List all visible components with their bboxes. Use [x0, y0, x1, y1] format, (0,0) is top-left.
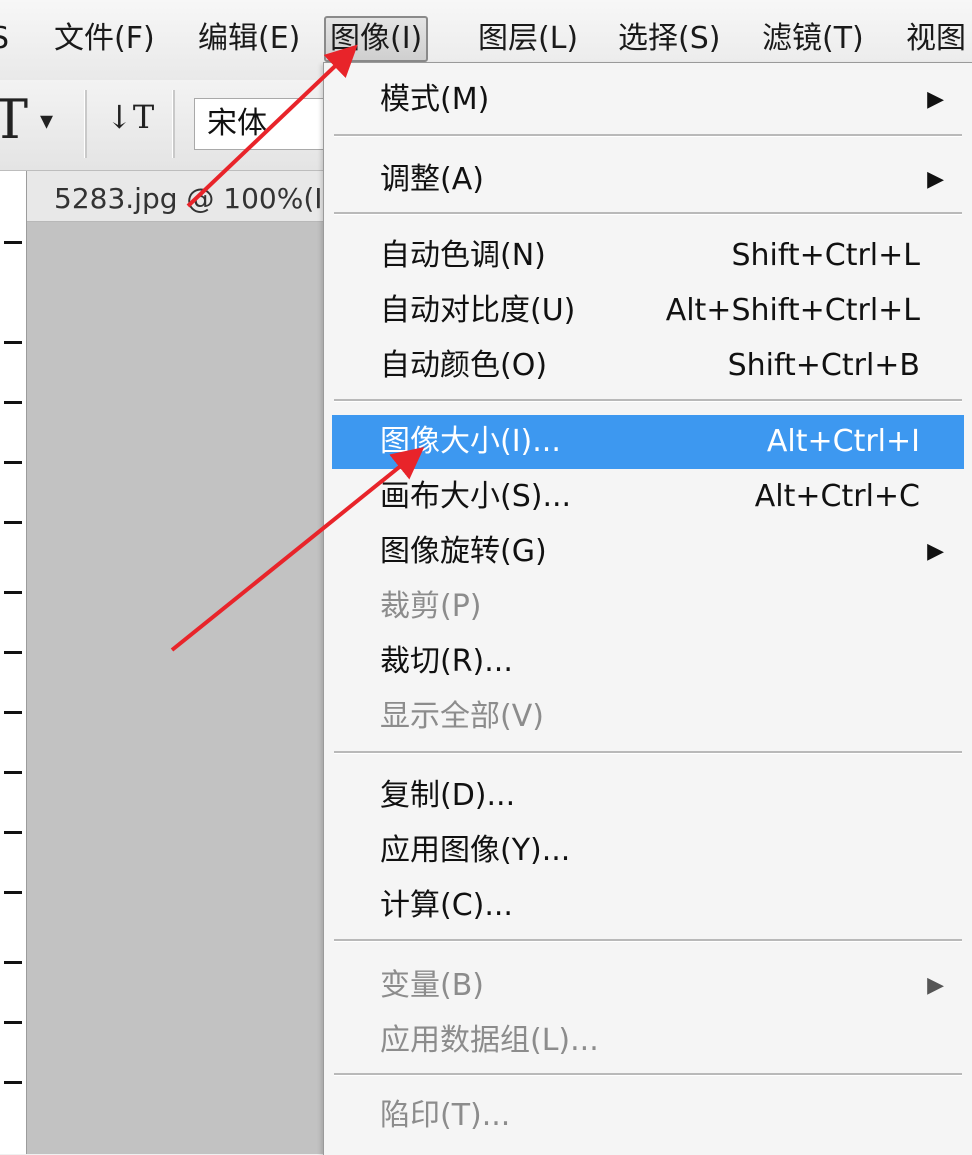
ruler-tick: [4, 1081, 22, 1084]
shortcut-label: Alt+Ctrl+C: [754, 479, 920, 514]
menu-separator: [334, 939, 962, 942]
tool-preset-dropdown-icon[interactable]: ▾: [40, 106, 53, 136]
menu-item-image-rotation[interactable]: 图像旋转(G) ▶: [332, 525, 964, 579]
ruler-tick: [4, 401, 22, 404]
menu-item-reveal-all: 显示全部(V): [380, 699, 544, 734]
menu-file[interactable]: 文件(F): [50, 16, 159, 62]
text-orientation-icon[interactable]: ↓T: [106, 98, 154, 136]
ruler-tick: [4, 591, 22, 594]
ruler-tick: [4, 961, 22, 964]
ruler-tick: [4, 651, 22, 654]
menu-item-crop: 裁剪(P): [380, 589, 482, 624]
ruler-tick: [4, 891, 22, 894]
shortcut-label: Shift+Ctrl+L: [731, 238, 920, 273]
menu-item-trap: 陷印(T)...: [380, 1098, 511, 1133]
shortcut-label: Alt+Shift+Ctrl+L: [665, 293, 920, 328]
menu-item-variables: 变量(B) ▶: [332, 959, 964, 1013]
font-family-field[interactable]: 宋体: [194, 98, 334, 150]
ruler-tick: [4, 241, 22, 244]
ruler-tick: [4, 461, 22, 464]
menu-item-auto-contrast[interactable]: 自动对比度(U) Alt+Shift+Ctrl+L: [332, 284, 964, 338]
menu-item-mode[interactable]: 模式(M) ▶: [332, 73, 964, 127]
menu-item-image-size[interactable]: 图像大小(I)... Alt+Ctrl+I: [332, 415, 964, 469]
menu-item-adjustments[interactable]: 调整(A) ▶: [332, 153, 964, 207]
menu-item-canvas-size[interactable]: 画布大小(S)... Alt+Ctrl+C: [332, 470, 964, 524]
menu-item-calculations[interactable]: 计算(C)...: [332, 879, 964, 933]
submenu-arrow-icon: ▶: [927, 167, 944, 192]
submenu-arrow-icon: ▶: [927, 539, 944, 564]
vertical-ruler: [0, 171, 27, 1154]
menu-s[interactable]: S: [0, 16, 13, 62]
ruler-tick: [4, 521, 22, 524]
options-separator: [84, 90, 87, 158]
menu-item-auto-tone[interactable]: 自动色调(N) Shift+Ctrl+L: [332, 229, 964, 283]
menu-item-apply-image[interactable]: 应用图像(Y)...: [332, 824, 964, 878]
submenu-arrow-icon: ▶: [927, 973, 944, 998]
menu-filter[interactable]: 滤镜(T): [758, 16, 868, 62]
ruler-tick: [4, 831, 22, 834]
menu-separator: [334, 134, 962, 137]
menu-separator: [334, 751, 962, 754]
ruler-tick: [4, 341, 22, 344]
menu-layer[interactable]: 图层(L): [474, 16, 582, 62]
menu-edit[interactable]: 编辑(E): [194, 16, 304, 62]
menu-item-apply-data-set: 应用数据组(L)...: [380, 1023, 599, 1058]
ruler-tick: [4, 711, 22, 714]
menu-item-auto-color[interactable]: 自动颜色(O) Shift+Ctrl+B: [332, 339, 964, 393]
submenu-arrow-icon: ▶: [927, 87, 944, 112]
menu-separator: [334, 212, 962, 215]
image-menu-dropdown: 模式(M) ▶ 调整(A) ▶ 自动色调(N) Shift+Ctrl+L 自动对…: [323, 62, 972, 1155]
text-tool-icon[interactable]: T: [0, 88, 28, 151]
shortcut-label: Shift+Ctrl+B: [727, 348, 920, 383]
menu-separator: [334, 1073, 962, 1076]
shortcut-label: Alt+Ctrl+I: [766, 424, 920, 459]
options-separator: [172, 90, 175, 158]
document-canvas[interactable]: [27, 222, 337, 1154]
menu-separator: [334, 399, 962, 402]
menu-image[interactable]: 图像(I): [324, 16, 429, 62]
menu-item-trim[interactable]: 裁切(R)...: [332, 635, 964, 689]
menu-view[interactable]: 视图: [902, 16, 970, 62]
menu-select[interactable]: 选择(S): [614, 16, 724, 62]
menu-item-duplicate[interactable]: 复制(D)...: [332, 769, 964, 823]
ruler-tick: [4, 771, 22, 774]
ruler-tick: [4, 1021, 22, 1024]
document-tab[interactable]: 5283.jpg @ 100%(I: [26, 171, 365, 221]
